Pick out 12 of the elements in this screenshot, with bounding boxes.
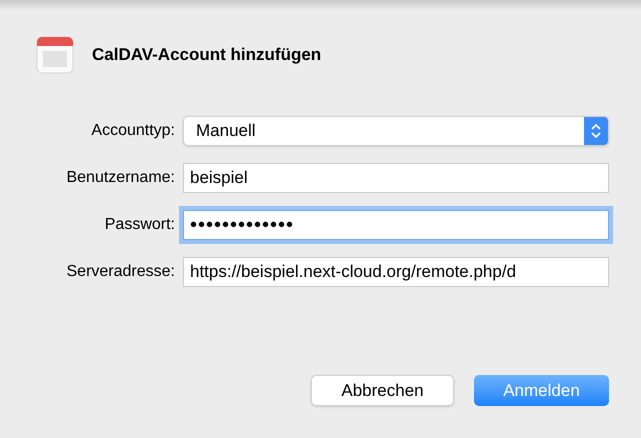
dialog-title: CalDAV-Account hinzufügen (92, 44, 322, 66)
stepper-icon (584, 117, 608, 145)
calendar-icon (36, 36, 74, 74)
field-label: Accounttyp: (91, 122, 175, 139)
field-label: Passwort: (104, 216, 175, 233)
field-label: Benutzername: (66, 169, 175, 186)
cancel-button[interactable]: Abbrechen (311, 375, 454, 406)
password-field[interactable]: ••••••••••••• (183, 210, 609, 240)
field-label: Serveradresse: (66, 263, 175, 280)
input-field[interactable]: https://beispiel.next-cloud.org/remote.php/d (183, 257, 609, 287)
input-field[interactable]: beispiel (183, 163, 609, 193)
account-type-select[interactable]: Manuell (183, 116, 609, 146)
